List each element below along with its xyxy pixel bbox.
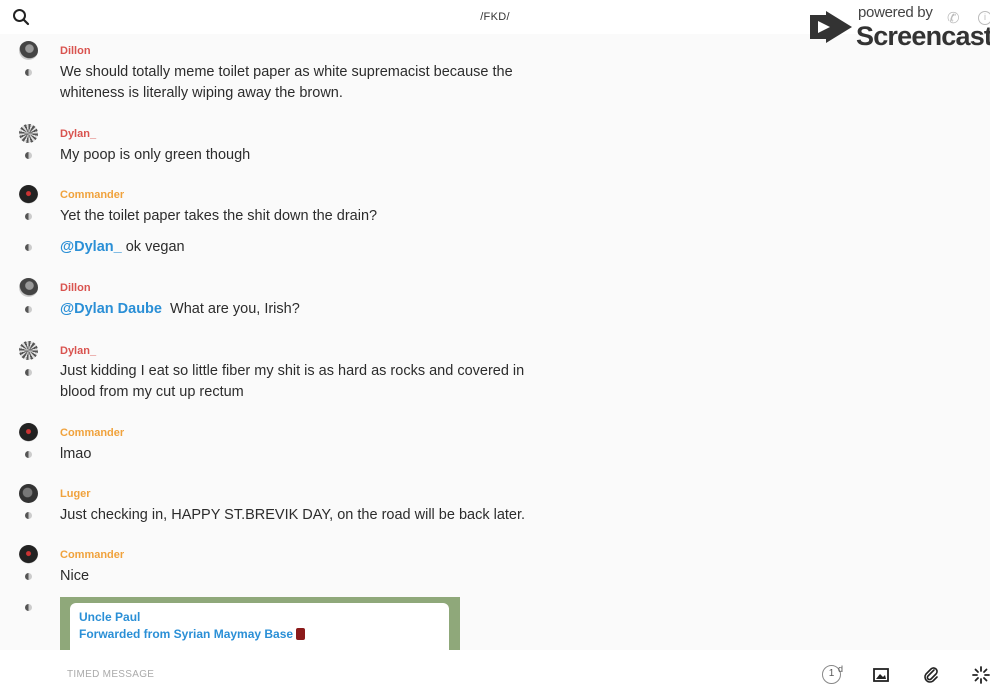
read-status-icon (25, 306, 32, 313)
forward-source-text: Forwarded from Syrian Maymay Base (79, 627, 294, 641)
mention-link[interactable]: @Dylan Daube (60, 301, 162, 317)
sender-name[interactable]: Luger (60, 488, 91, 500)
read-status-icon (25, 69, 32, 76)
image-icon[interactable] (872, 666, 890, 684)
sender-name[interactable]: Commander (60, 549, 124, 561)
read-status-icon (25, 573, 32, 580)
avatar[interactable] (19, 278, 38, 297)
phone-icon[interactable]: ✆ (947, 9, 960, 27)
timer-unit: d (838, 664, 844, 674)
message-text: Yet the toilet paper takes the shit down… (60, 208, 378, 224)
avatar[interactable] (19, 124, 38, 143)
message-text: Just checking in, HAPPY ST.BREVIK DAY, o… (60, 507, 526, 523)
forward-source[interactable]: Forwarded from Syrian Maymay Base (79, 627, 440, 641)
avatar[interactable] (19, 423, 38, 442)
message-body: What are you, Irish? (161, 301, 300, 317)
message-list[interactable]: Dillon We should totally meme toilet pap… (0, 34, 990, 650)
sender-name[interactable]: Commander (60, 427, 124, 439)
sender-name[interactable]: Commander (60, 189, 124, 201)
avatar[interactable] (19, 185, 38, 204)
message-text: My poop is only green though (60, 147, 251, 163)
read-status-icon (25, 213, 32, 220)
jar-emoji-icon (296, 628, 306, 640)
watermark-powered-by: powered by (858, 4, 933, 21)
message-text: We should totally meme toilet paper as w… (60, 64, 513, 101)
sender-name[interactable]: Dillon (60, 45, 91, 57)
sender-name[interactable]: Dylan_ (60, 128, 96, 140)
read-status-icon (25, 451, 32, 458)
message-input[interactable]: TIMED MESSAGE (67, 669, 154, 680)
read-status-icon (25, 152, 32, 159)
composer-bar: TIMED MESSAGE 1 d (0, 650, 990, 700)
avatar[interactable] (19, 484, 38, 503)
message-text: Just kidding I eat so little fiber my sh… (60, 363, 525, 400)
sparkle-icon[interactable] (972, 666, 990, 684)
forward-author[interactable]: Uncle Paul (79, 610, 440, 624)
read-status-icon (25, 244, 32, 251)
paperclip-icon[interactable] (922, 666, 940, 684)
read-status-icon (25, 512, 32, 519)
message-body: ok vegan (121, 239, 185, 255)
read-status-icon (25, 604, 32, 611)
avatar[interactable] (19, 41, 38, 60)
sender-name[interactable]: Dillon (60, 282, 91, 294)
message-text: @Dylan Daube What are you, Irish? (60, 299, 530, 320)
avatar[interactable] (19, 341, 38, 360)
avatar[interactable] (19, 545, 38, 564)
forwarded-card[interactable]: Uncle Paul Forwarded from Syrian Maymay … (70, 603, 449, 650)
read-status-icon (25, 369, 32, 376)
message-text: @Dylan_ ok vegan (60, 237, 530, 258)
mention-link[interactable]: @Dylan_ (60, 239, 122, 255)
info-icon[interactable]: i (978, 11, 990, 25)
sender-name[interactable]: Dylan_ (60, 345, 96, 357)
forwarded-media[interactable]: Uncle Paul Forwarded from Syrian Maymay … (60, 597, 460, 650)
message-text: lmao (60, 446, 92, 462)
message-text: Nice (60, 568, 90, 584)
